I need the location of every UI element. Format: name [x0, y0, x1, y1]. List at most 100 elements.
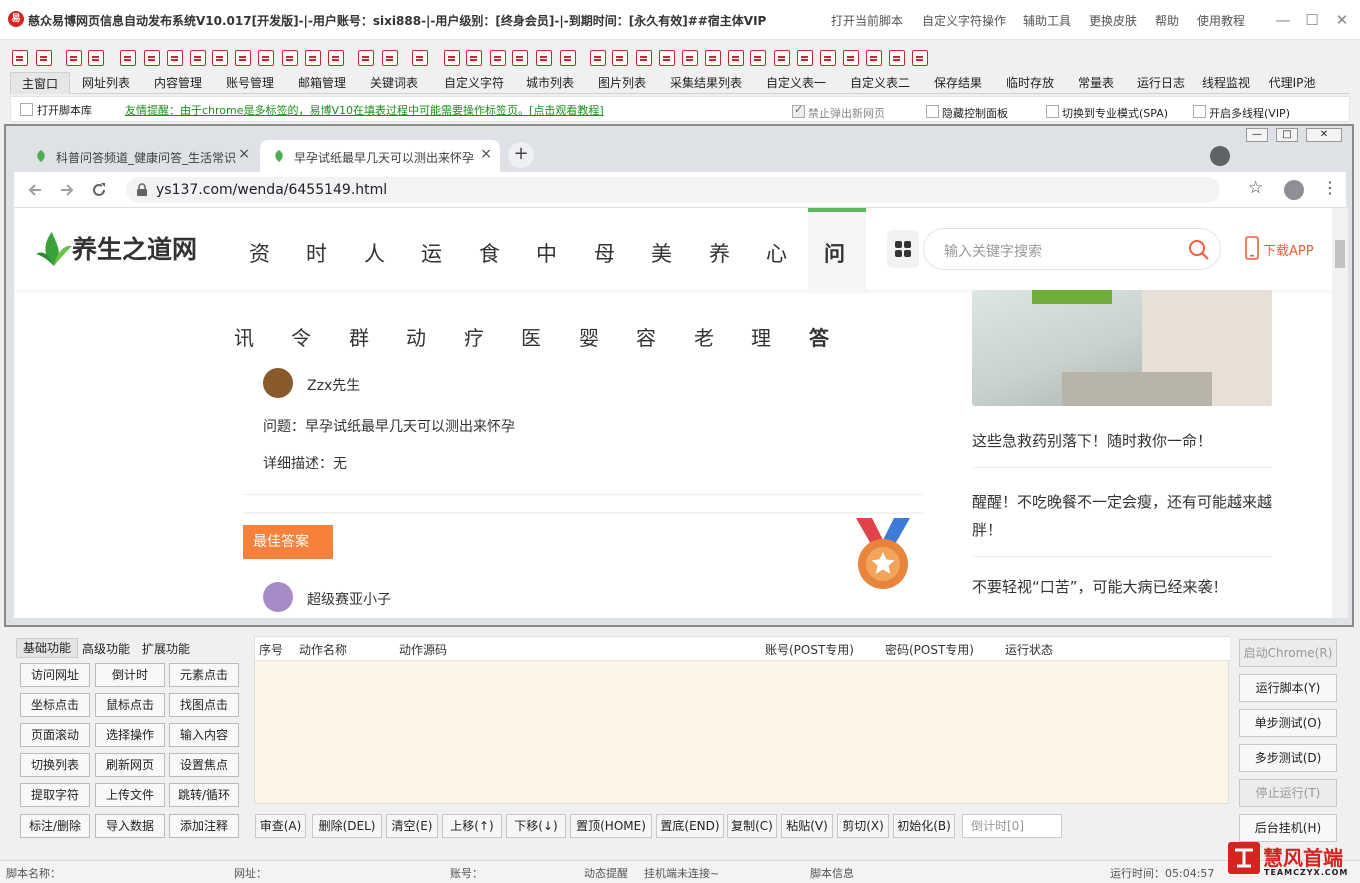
toolbar-tool-icon[interactable]	[466, 50, 482, 66]
func-button[interactable]: 导入数据	[95, 814, 165, 838]
nav-item[interactable]: 婴	[579, 322, 599, 351]
run-control-button[interactable]: 停止运行(T)	[1239, 779, 1337, 807]
nav-item[interactable]: 资	[249, 238, 270, 268]
col-header-action-name[interactable]: 动作名称	[299, 641, 347, 658]
tab-temp[interactable]: 临时存放	[998, 72, 1062, 94]
tab-url-list[interactable]: 网址列表	[74, 72, 138, 94]
tab-close-icon[interactable]: ×	[238, 146, 250, 162]
col-header-status[interactable]: 运行状态	[1005, 641, 1053, 658]
tab-constants[interactable]: 常量表	[1068, 72, 1124, 94]
inner-close-icon[interactable]: ✕	[1306, 128, 1342, 142]
toolbar-tool-icon[interactable]	[305, 50, 321, 66]
search-icon[interactable]	[1188, 239, 1210, 261]
reload-icon[interactable]	[90, 181, 108, 199]
toolbar-tool-icon[interactable]	[866, 50, 882, 66]
nav-item[interactable]: 讯	[234, 322, 254, 351]
toolbar-tool-icon[interactable]	[659, 50, 675, 66]
toolbar-tool-icon[interactable]	[728, 50, 744, 66]
func-button[interactable]: 标注/删除	[20, 814, 90, 838]
action-table[interactable]	[254, 636, 1230, 804]
toolbar-tool-icon[interactable]	[36, 50, 52, 66]
nav-item-active[interactable]: 问	[824, 238, 845, 268]
toolbar-tool-icon[interactable]	[258, 50, 274, 66]
browser-tab-2[interactable]: 早孕试纸最早几天可以测出来怀孕 ×	[260, 140, 500, 172]
page-scrollbar[interactable]	[1332, 208, 1348, 618]
scrollbar-thumb[interactable]	[1335, 240, 1345, 268]
nav-item[interactable]: 母	[594, 238, 615, 268]
inner-minimize-icon[interactable]: —	[1246, 128, 1268, 142]
toolbar-tool-icon[interactable]	[590, 50, 606, 66]
nav-item[interactable]: 运	[421, 238, 442, 268]
toolbar-tool-icon[interactable]	[120, 50, 136, 66]
run-control-button[interactable]: 启动Chrome(R)	[1239, 639, 1337, 667]
side-article-link[interactable]: 醒醒！不吃晚餐不一定会瘦，还有可能越来越胖！	[972, 488, 1272, 544]
toolbar-tool-icon[interactable]	[412, 50, 428, 66]
close-icon[interactable]: ✕	[1332, 10, 1352, 30]
func-button[interactable]: 页面滚动	[20, 723, 90, 747]
toolbar-tool-icon[interactable]	[282, 50, 298, 66]
run-control-button[interactable]: 单步测试(O)	[1239, 709, 1337, 737]
toolbar-tool-icon[interactable]	[382, 50, 398, 66]
tab-advanced-functions[interactable]: 高级功能	[82, 640, 130, 657]
run-control-button[interactable]: 后台挂机(H)	[1239, 814, 1337, 842]
url-field[interactable]: ys137.com/wenda/6455149.html	[126, 177, 1220, 203]
download-app-link[interactable]: 下载APP	[1263, 240, 1314, 259]
forward-icon[interactable]	[58, 181, 76, 199]
toolbar-tool-icon[interactable]	[167, 50, 183, 66]
hide-panel-checkbox[interactable]	[926, 105, 939, 118]
func-button[interactable]: 元素点击	[169, 663, 239, 687]
tab-keywords[interactable]: 关键词表	[362, 72, 426, 94]
tab-account[interactable]: 账号管理	[218, 72, 282, 94]
tab-custom-table-2[interactable]: 自定义表二	[842, 72, 918, 94]
func-button[interactable]: 跳转/循环	[169, 783, 239, 807]
nav-item[interactable]: 医	[521, 322, 541, 351]
tab-log[interactable]: 运行日志	[1132, 72, 1190, 94]
block-popup-checkbox[interactable]	[792, 103, 805, 118]
nav-item[interactable]: 中	[536, 238, 557, 268]
nav-item[interactable]: 理	[751, 322, 771, 351]
toolbar-tool-icon[interactable]	[560, 50, 576, 66]
action-button[interactable]: 置底(END)	[656, 814, 724, 838]
col-header-source[interactable]: 动作源码	[399, 641, 447, 658]
answer-user-name[interactable]: 超级赛亚小子	[307, 589, 391, 609]
tab-main[interactable]: 主窗口	[10, 72, 70, 94]
nav-item[interactable]: 心	[766, 238, 787, 268]
tab-close-icon[interactable]: ×	[480, 146, 492, 162]
nav-item[interactable]: 养	[709, 238, 730, 268]
toolbar-tool-icon[interactable]	[682, 50, 698, 66]
maximize-icon[interactable]: ☐	[1302, 10, 1322, 30]
func-button[interactable]: 找图点击	[169, 693, 239, 717]
action-button[interactable]: 删除(DEL)	[312, 814, 382, 838]
func-button[interactable]: 选择操作	[95, 723, 165, 747]
nav-item[interactable]: 人	[364, 238, 385, 268]
col-header-account[interactable]: 账号(POST专用)	[765, 641, 854, 658]
col-header-password[interactable]: 密码(POST专用)	[885, 641, 974, 658]
back-icon[interactable]	[26, 181, 44, 199]
run-control-button[interactable]: 运行脚本(Y)	[1239, 674, 1337, 702]
func-button[interactable]: 坐标点击	[20, 693, 90, 717]
minimize-icon[interactable]: —	[1273, 10, 1293, 30]
toolbar-tool-icon[interactable]	[328, 50, 344, 66]
nav-item-active[interactable]: 答	[809, 322, 829, 351]
new-tab-button[interactable]: +	[508, 142, 534, 168]
tab-thread-monitor[interactable]: 线程监视	[1196, 72, 1256, 94]
tab-custom-char[interactable]: 自定义字符	[434, 72, 514, 94]
func-button[interactable]: 提取字符	[20, 783, 90, 807]
toolbar-tool-icon[interactable]	[912, 50, 928, 66]
tab-images[interactable]: 图片列表	[590, 72, 654, 94]
tab-custom-table-1[interactable]: 自定义表一	[758, 72, 834, 94]
side-article-link[interactable]: 不要轻视“口苦”，可能大病已经来袭！	[972, 576, 1272, 597]
col-header-index[interactable]: 序号	[259, 641, 283, 658]
nav-item[interactable]: 时	[306, 238, 327, 268]
question-user-name[interactable]: Zzx先生	[307, 375, 360, 395]
nav-item[interactable]: 美	[651, 238, 672, 268]
toolbar-tool-icon[interactable]	[774, 50, 790, 66]
nav-item[interactable]: 老	[694, 322, 714, 351]
toolbar-tool-icon[interactable]	[88, 50, 104, 66]
tab-proxy[interactable]: 代理IP池	[1262, 72, 1322, 94]
menu-skin[interactable]: 更换皮肤	[1089, 12, 1137, 29]
nav-item[interactable]: 食	[479, 238, 500, 268]
func-button[interactable]: 设置焦点	[169, 753, 239, 777]
chrome-menu-icon[interactable]: ⋮	[1322, 178, 1338, 197]
toolbar-tool-icon[interactable]	[190, 50, 206, 66]
